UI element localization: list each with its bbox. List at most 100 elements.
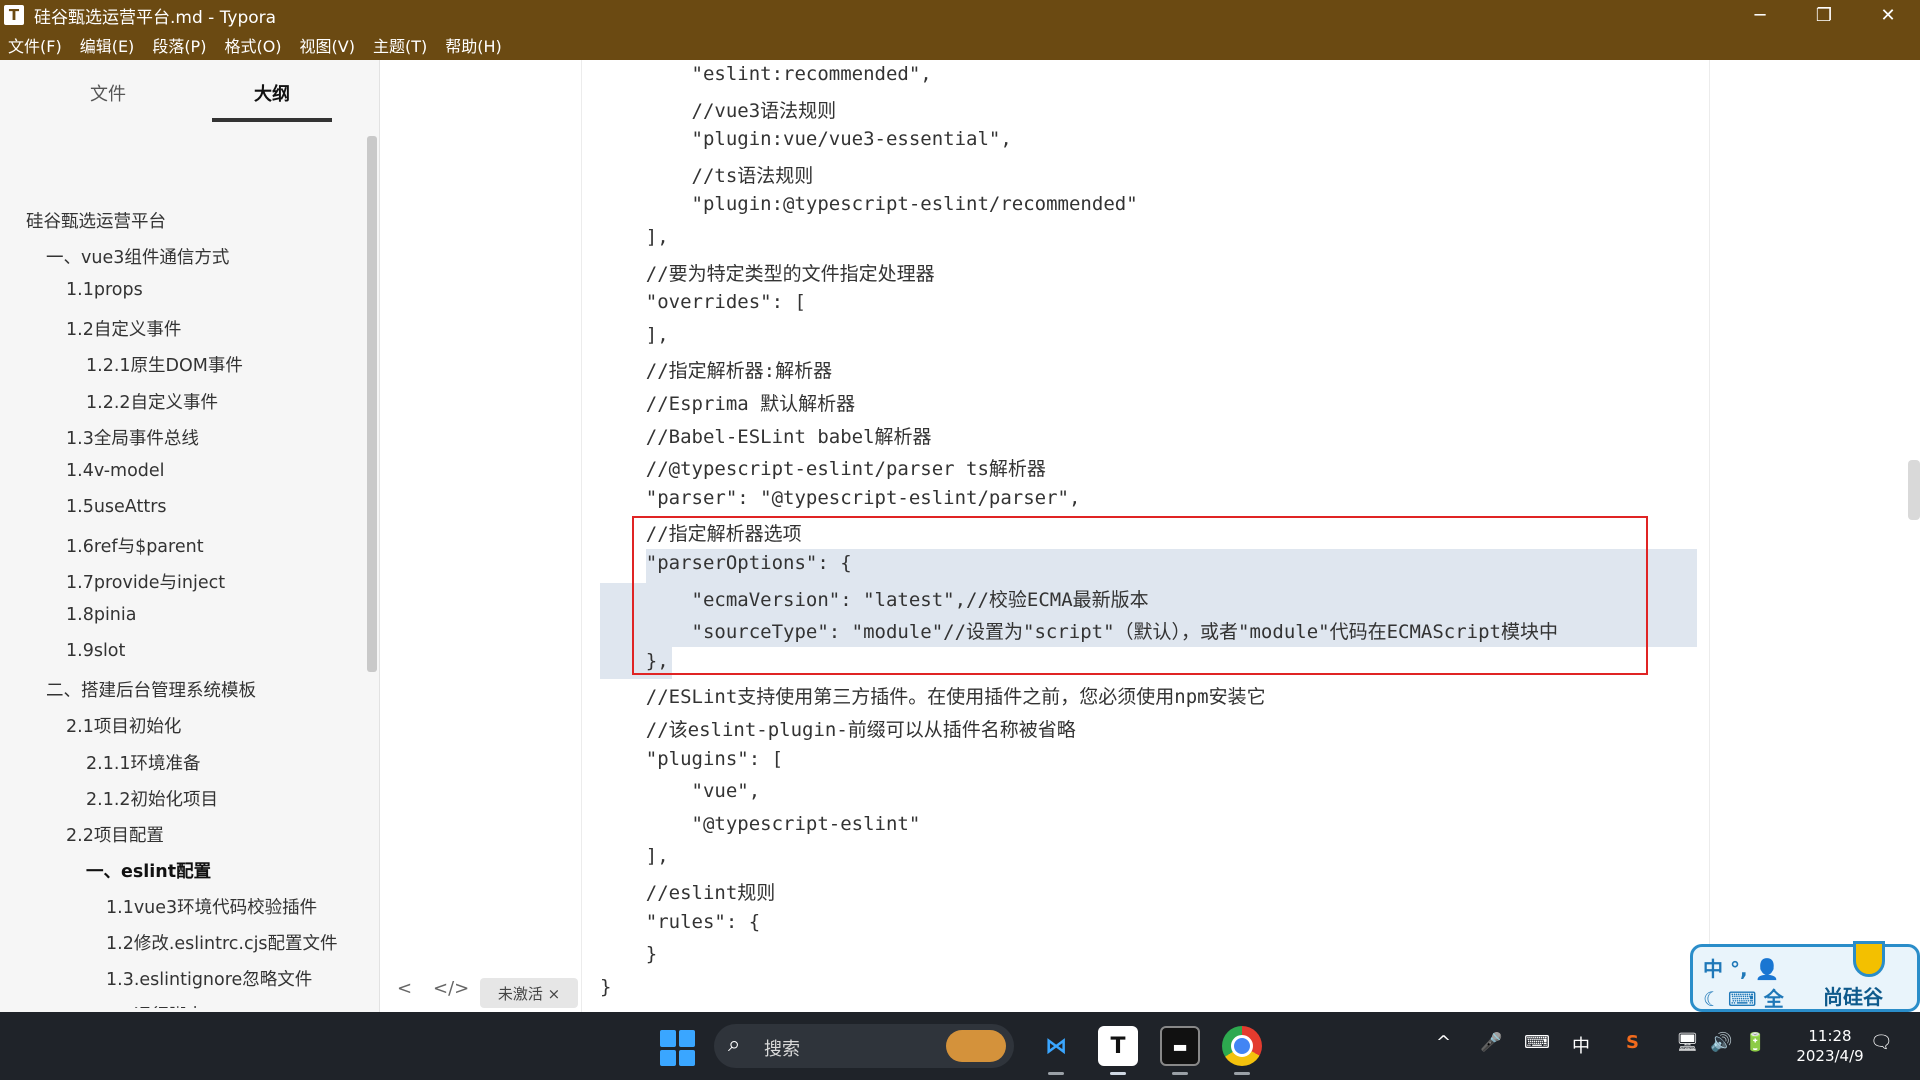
keyboard-icon[interactable]: ⌨ [1524,1032,1550,1053]
code-line: "@typescript-eslint" [600,812,921,835]
outline-item[interactable]: 2.1.2初始化项目 [86,786,218,811]
outline-item[interactable]: 1.2.1原生DOM事件 [86,352,243,377]
menu-file[interactable]: 文件(F) [8,33,62,57]
outline-item[interactable]: 1.4运行脚本 [106,1002,204,1008]
source-mode-button[interactable]: </> [433,978,469,999]
title-bar: T 硅谷甄选运营平台.md - Typora ─ ❐ ✕ [0,0,1920,30]
sogou-icon[interactable]: S [1626,1032,1639,1053]
windows-logo-icon [660,1030,676,1047]
code-icon: </> [433,978,470,999]
taskbar-search[interactable]: ⌕ 搜索 [714,1024,1014,1068]
menu-paragraph[interactable]: 段落(P) [152,33,206,57]
microphone-icon[interactable]: 🎤 [1480,1032,1502,1053]
taskbar: ⌕ 搜索 ⋈ T ▬ ^ 🎤 ⌨ 中 S 🖥 🔊 🔋 11:28 2023/4/… [0,1012,1920,1080]
outline-item[interactable]: 2.1项目初始化 [66,713,181,738]
code-line: ], [600,845,669,868]
outline-item[interactable]: 1.9slot [66,641,125,661]
content-right-guide [1709,60,1710,1012]
annotation-box [632,516,1648,675]
menu-theme[interactable]: 主题(T) [373,33,427,57]
sidebar-tabs: 文件 大纲 [0,60,380,126]
outline-item[interactable]: 1.1vue3环境代码校验插件 [106,894,317,919]
code-line: //Esprima 默认解析器 [600,393,856,415]
content-left-guide [581,60,582,1012]
menu-bar: 文件(F) 编辑(E) 段落(P) 格式(O) 视图(V) 主题(T) 帮助(H… [0,30,1920,60]
search-icon: ⌕ [728,1032,741,1057]
ime-options-row: ☾ ⌨ 全 [1703,987,1784,1011]
battery-icon[interactable]: 🔋 [1744,1032,1766,1053]
code-line: ], [600,323,669,346]
network-icon[interactable]: 🖥 [1676,1032,1699,1053]
ime-toolbar[interactable]: 中 °, 👤 ☾ ⌨ 全 尚硅谷 [1690,941,1920,1012]
terminal-running-indicator [1172,1072,1188,1075]
tab-outline[interactable]: 大纲 [212,80,332,106]
restore-icon: ❐ [1815,4,1833,26]
close-button[interactable]: ✕ [1856,0,1920,30]
outline-item[interactable]: 2.1.1环境准备 [86,750,201,775]
typora-running-indicator [1110,1072,1126,1075]
chevron-left-icon: < [397,978,413,999]
sidebar: 文件 大纲 硅谷甄选运营平台一、vue3组件通信方式 1.1props 1.2自定义… [0,60,380,1014]
code-line: "eslint:recommended", [600,63,932,85]
outline-item[interactable]: 一、vue3组件通信方式 [46,244,229,269]
code-line: } [600,943,658,966]
outline-item[interactable]: 1.2.2自定义事件 [86,389,218,414]
outline-item[interactable]: 二、搭建后台管理系统模板 [46,677,256,702]
code-line: "plugin:vue/vue3-essential", [600,128,1012,151]
outline-item[interactable]: 1.3.eslintignore忽略文件 [106,966,312,991]
menu-help[interactable]: 帮助(H) [445,33,502,57]
outline-item[interactable]: 1.2自定义事件 [66,316,181,341]
brand-logo-icon [1853,941,1885,977]
outline-item[interactable]: 1.6ref与$parent [66,533,204,558]
outline-item[interactable]: 1.1props [66,280,143,300]
code-line: //vue3语法规则 [600,99,837,122]
window-controls: ─ ❐ ✕ [1728,0,1920,30]
code-line: //ts语法规则 [600,164,814,187]
code-line: "plugins": [ [600,747,784,770]
code-closing-brace: } [600,976,612,998]
typora-icon[interactable]: T [1098,1026,1138,1066]
code-line: "plugin:@typescript-eslint/recommended" [600,193,1138,216]
tab-files[interactable]: 文件 [48,80,168,106]
outline-item[interactable]: 硅谷甄选运营平台 [26,208,166,233]
input-language-indicator[interactable]: 中 [1572,1032,1590,1058]
code-line: "vue", [600,780,761,803]
outline-item[interactable]: 一、eslint配置 [86,858,211,883]
vscode-running-indicator [1048,1072,1064,1075]
clock-time: 11:28 [1808,1027,1852,1045]
outline-item[interactable]: 1.7provide与inject [66,569,225,594]
sidebar-scrollbar[interactable] [367,136,377,672]
code-line: //ESLint支持使用第三方插件。在使用插件之前，您必须使用npm安装它 [600,686,1266,709]
restore-button[interactable]: ❐ [1792,0,1856,30]
editor-scrollbar[interactable] [1908,460,1920,520]
outline-item[interactable]: 1.8pinia [66,605,136,625]
code-line: //Babel-ESLint babel解析器 [600,425,932,448]
start-button[interactable] [660,1030,696,1066]
menu-edit[interactable]: 编辑(E) [80,33,135,57]
code-line: ], [600,226,669,248]
chrome-running-indicator [1234,1072,1250,1075]
activation-badge[interactable]: 未激活 × [480,978,578,1008]
outline-item[interactable]: 1.2修改.eslintrc.cjs配置文件 [106,930,338,955]
notification-icon[interactable]: 🗨 [1870,1032,1893,1053]
menu-format[interactable]: 格式(O) [224,33,281,57]
minimize-icon: ─ [1754,4,1766,26]
volume-icon[interactable]: 🔊 [1710,1032,1732,1053]
menu-view[interactable]: 视图(V) [300,33,355,57]
editor-status-bar: < </> [381,968,981,1012]
tray-overflow-icon[interactable]: ^ [1436,1032,1451,1053]
active-tab-indicator [212,118,332,122]
outline-item[interactable]: 2.2项目配置 [66,822,164,847]
terminal-icon[interactable]: ▬ [1160,1026,1200,1066]
outline-item[interactable]: 1.4v-model [66,461,165,481]
outline-item[interactable]: 1.3全局事件总线 [66,425,199,450]
code-line: //该eslint-plugin-前缀可以从插件名称被省略 [600,719,1076,741]
back-button[interactable]: < [397,978,412,999]
clock[interactable]: 11:28 2023/4/9 [1780,1026,1880,1066]
outline-item[interactable]: 1.5useAttrs [66,497,167,517]
code-line: //要为特定类型的文件指定处理器 [600,262,935,285]
code-line: //eslint规则 [600,882,776,904]
vscode-icon[interactable]: ⋈ [1036,1026,1076,1066]
minimize-button[interactable]: ─ [1728,0,1792,30]
chrome-icon[interactable] [1222,1026,1262,1066]
